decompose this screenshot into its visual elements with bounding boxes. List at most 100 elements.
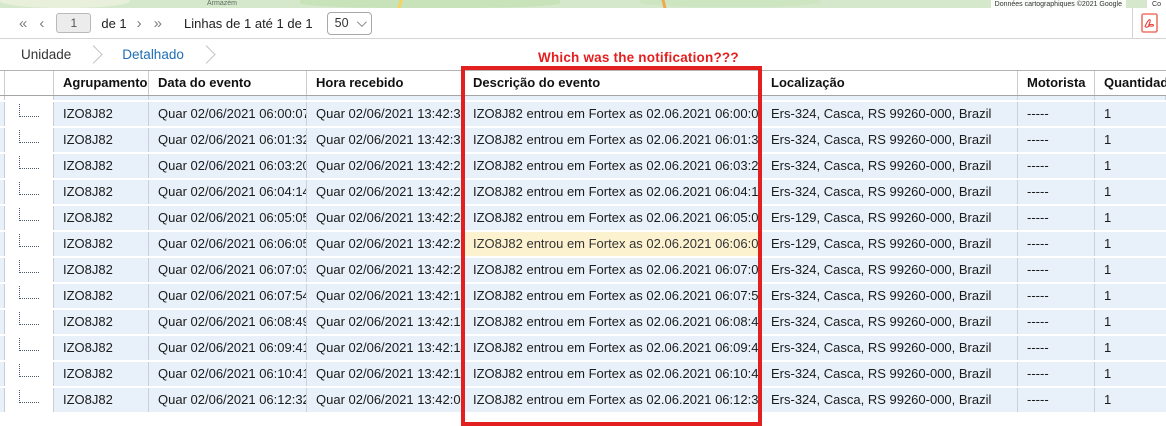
tree-cell	[5, 388, 54, 412]
cell-hora-recebido: Quar 02/06/2021 13:42:18	[307, 284, 464, 308]
cell-descricao[interactable]: IZO8J82 entrou em Fortex as 02.06.2021 0…	[464, 128, 762, 152]
tree-node-icon[interactable]	[19, 130, 39, 143]
tree-node-icon[interactable]	[19, 234, 39, 247]
cell-data-evento[interactable]: Quar 02/06/2021 06:10:41	[149, 362, 307, 386]
cell-motorista: -----	[1018, 206, 1095, 230]
cell-quantidade: 1	[1095, 154, 1166, 178]
table-row[interactable]: IZO8J82Quar 02/06/2021 06:01:32Quar 02/0…	[0, 128, 1166, 152]
table-row[interactable]: IZO8J82Quar 02/06/2021 06:07:54Quar 02/0…	[0, 284, 1166, 308]
table-row[interactable]: IZO8J82Quar 02/06/2021 06:04:14Quar 02/0…	[0, 180, 1166, 204]
cell-localizacao[interactable]: Ers-324, Casca, RS 99260-000, Brazil	[762, 284, 1018, 308]
tree-node-icon[interactable]	[19, 156, 39, 169]
cell-agrupamento: IZO8J82	[54, 284, 149, 308]
map-area-shape	[0, 0, 130, 8]
map-strip: Armazém Données cartographiques ©2021 Go…	[0, 0, 1166, 8]
tree-cell	[5, 180, 54, 204]
page-size-select[interactable]: 50	[327, 12, 372, 35]
chevron-right-icon	[197, 45, 215, 63]
header-cell-quantidade[interactable]: Quantidade	[1095, 71, 1166, 95]
header-cell-hora-recebido[interactable]: Hora recebido	[307, 71, 464, 95]
cell-data-evento[interactable]: Quar 02/06/2021 06:03:20	[149, 154, 307, 178]
tree-node-icon[interactable]	[19, 260, 39, 273]
table-row[interactable]: IZO8J82Quar 02/06/2021 06:00:07Quar 02/0…	[0, 102, 1166, 126]
cell-localizacao[interactable]: Ers-324, Casca, RS 99260-000, Brazil	[762, 336, 1018, 360]
first-page-icon[interactable]: «	[13, 16, 33, 31]
tree-node-icon[interactable]	[19, 312, 39, 325]
tree-node-icon[interactable]	[19, 286, 39, 299]
cell-data-evento[interactable]: Quar 02/06/2021 06:07:54	[149, 284, 307, 308]
cell-quantidade: 1	[1095, 258, 1166, 282]
prev-page-icon[interactable]: ‹	[33, 16, 50, 31]
header-cell-data-evento[interactable]: Data do evento	[149, 71, 307, 95]
cell-descricao[interactable]: IZO8J82 entrou em Fortex as 02.06.2021 0…	[464, 102, 762, 126]
table-row[interactable]: IZO8J82Quar 02/06/2021 06:03:20Quar 02/0…	[0, 154, 1166, 178]
tree-cell	[5, 102, 54, 126]
cell-localizacao[interactable]: Ers-324, Casca, RS 99260-000, Brazil	[762, 128, 1018, 152]
header-cell-descricao[interactable]: Descrição do evento	[464, 71, 762, 95]
cell-localizacao[interactable]: Ers-324, Casca, RS 99260-000, Brazil	[762, 180, 1018, 204]
map-attribution: Données cartographiques ©2021 Google	[991, 0, 1126, 8]
tree-node-icon[interactable]	[19, 208, 39, 221]
next-page-icon[interactable]: ›	[131, 16, 148, 31]
cell-descricao[interactable]: IZO8J82 entrou em Fortex as 02.06.2021 0…	[464, 232, 762, 256]
cell-quantidade: 1	[1095, 102, 1166, 126]
cell-descricao[interactable]: IZO8J82 entrou em Fortex as 02.06.2021 0…	[464, 154, 762, 178]
cell-data-evento[interactable]: Quar 02/06/2021 06:07:03	[149, 258, 307, 282]
last-page-icon[interactable]: »	[148, 16, 168, 31]
cell-data-evento[interactable]: Quar 02/06/2021 06:12:32	[149, 388, 307, 412]
cell-localizacao[interactable]: Ers-324, Casca, RS 99260-000, Brazil	[762, 362, 1018, 386]
cell-descricao[interactable]: IZO8J82 entrou em Fortex as 02.06.2021 0…	[464, 180, 762, 204]
cell-descricao[interactable]: IZO8J82 entrou em Fortex as 02.06.2021 0…	[464, 336, 762, 360]
cell-data-evento[interactable]: Quar 02/06/2021 06:00:07	[149, 102, 307, 126]
cell-localizacao[interactable]: Ers-324, Casca, RS 99260-000, Brazil	[762, 388, 1018, 412]
table-row[interactable]: IZO8J82Quar 02/06/2021 06:10:41Quar 02/0…	[0, 362, 1166, 386]
cell-descricao[interactable]: IZO8J82 entrou em Fortex as 02.06.2021 0…	[464, 284, 762, 308]
cell-agrupamento: IZO8J82	[54, 180, 149, 204]
breadcrumb-item-unidade[interactable]: Unidade	[21, 47, 71, 62]
header-cell-agrupamento[interactable]: Agrupamento	[54, 71, 149, 95]
cell-agrupamento: IZO8J82	[54, 258, 149, 282]
cell-data-evento[interactable]: Quar 02/06/2021 06:05:05	[149, 206, 307, 230]
table-row[interactable]: IZO8J82Quar 02/06/2021 06:08:49Quar 02/0…	[0, 310, 1166, 334]
cell-localizacao[interactable]: Ers-324, Casca, RS 99260-000, Brazil	[762, 310, 1018, 334]
tree-node-icon[interactable]	[19, 104, 39, 117]
pdf-icon	[1141, 13, 1158, 33]
cell-data-evento[interactable]: Quar 02/06/2021 06:01:32	[149, 128, 307, 152]
cell-agrupamento: IZO8J82	[54, 310, 149, 334]
table-row[interactable]: IZO8J82Quar 02/06/2021 06:05:05Quar 02/0…	[0, 206, 1166, 230]
tree-node-icon[interactable]	[19, 338, 39, 351]
table-row[interactable]: IZO8J82Quar 02/06/2021 06:06:05Quar 02/0…	[0, 232, 1166, 256]
cell-motorista: -----	[1018, 310, 1095, 334]
pdf-export-button[interactable]	[1141, 13, 1158, 33]
cell-descricao[interactable]: IZO8J82 entrou em Fortex as 02.06.2021 0…	[464, 388, 762, 412]
cell-localizacao[interactable]: Ers-324, Casca, RS 99260-000, Brazil	[762, 102, 1018, 126]
page-number-input[interactable]: 1	[56, 13, 91, 33]
cell-motorista: -----	[1018, 180, 1095, 204]
tree-node-icon[interactable]	[19, 364, 39, 377]
cell-data-evento[interactable]: Quar 02/06/2021 06:08:49	[149, 310, 307, 334]
tree-node-icon[interactable]	[19, 390, 39, 403]
map-area-shape	[300, 0, 560, 8]
map-area-shape	[640, 0, 820, 7]
cell-localizacao[interactable]: Ers-324, Casca, RS 99260-000, Brazil	[762, 154, 1018, 178]
cell-data-evento[interactable]: Quar 02/06/2021 06:04:14	[149, 180, 307, 204]
cell-data-evento[interactable]: Quar 02/06/2021 06:09:41	[149, 336, 307, 360]
cell-motorista: -----	[1018, 154, 1095, 178]
cell-localizacao[interactable]: Ers-129, Casca, RS 99260-000, Brazil	[762, 206, 1018, 230]
cell-localizacao[interactable]: Ers-324, Casca, RS 99260-000, Brazil	[762, 258, 1018, 282]
header-cell-localizacao[interactable]: Localização	[762, 71, 1018, 95]
breadcrumb-item-detalhado[interactable]: Detalhado	[122, 47, 184, 62]
cell-hora-recebido: Quar 02/06/2021 13:42:05	[307, 388, 464, 412]
cell-descricao[interactable]: IZO8J82 entrou em Fortex as 02.06.2021 0…	[464, 362, 762, 386]
cell-localizacao[interactable]: Ers-129, Casca, RS 99260-000, Brazil	[762, 232, 1018, 256]
table-row[interactable]: IZO8J82Quar 02/06/2021 06:07:03Quar 02/0…	[0, 258, 1166, 282]
cell-data-evento[interactable]: Quar 02/06/2021 06:06:05	[149, 232, 307, 256]
table-row[interactable]: IZO8J82Quar 02/06/2021 06:09:41Quar 02/0…	[0, 336, 1166, 360]
tree-node-icon[interactable]	[19, 182, 39, 195]
map-attribution-link[interactable]: Co	[1146, 0, 1166, 8]
table-row[interactable]: IZO8J82Quar 02/06/2021 06:12:32Quar 02/0…	[0, 388, 1166, 412]
header-cell-motorista[interactable]: Motorista	[1018, 71, 1095, 95]
cell-descricao[interactable]: IZO8J82 entrou em Fortex as 02.06.2021 0…	[464, 310, 762, 334]
cell-descricao[interactable]: IZO8J82 entrou em Fortex as 02.06.2021 0…	[464, 258, 762, 282]
cell-descricao[interactable]: IZO8J82 entrou em Fortex as 02.06.2021 0…	[464, 206, 762, 230]
